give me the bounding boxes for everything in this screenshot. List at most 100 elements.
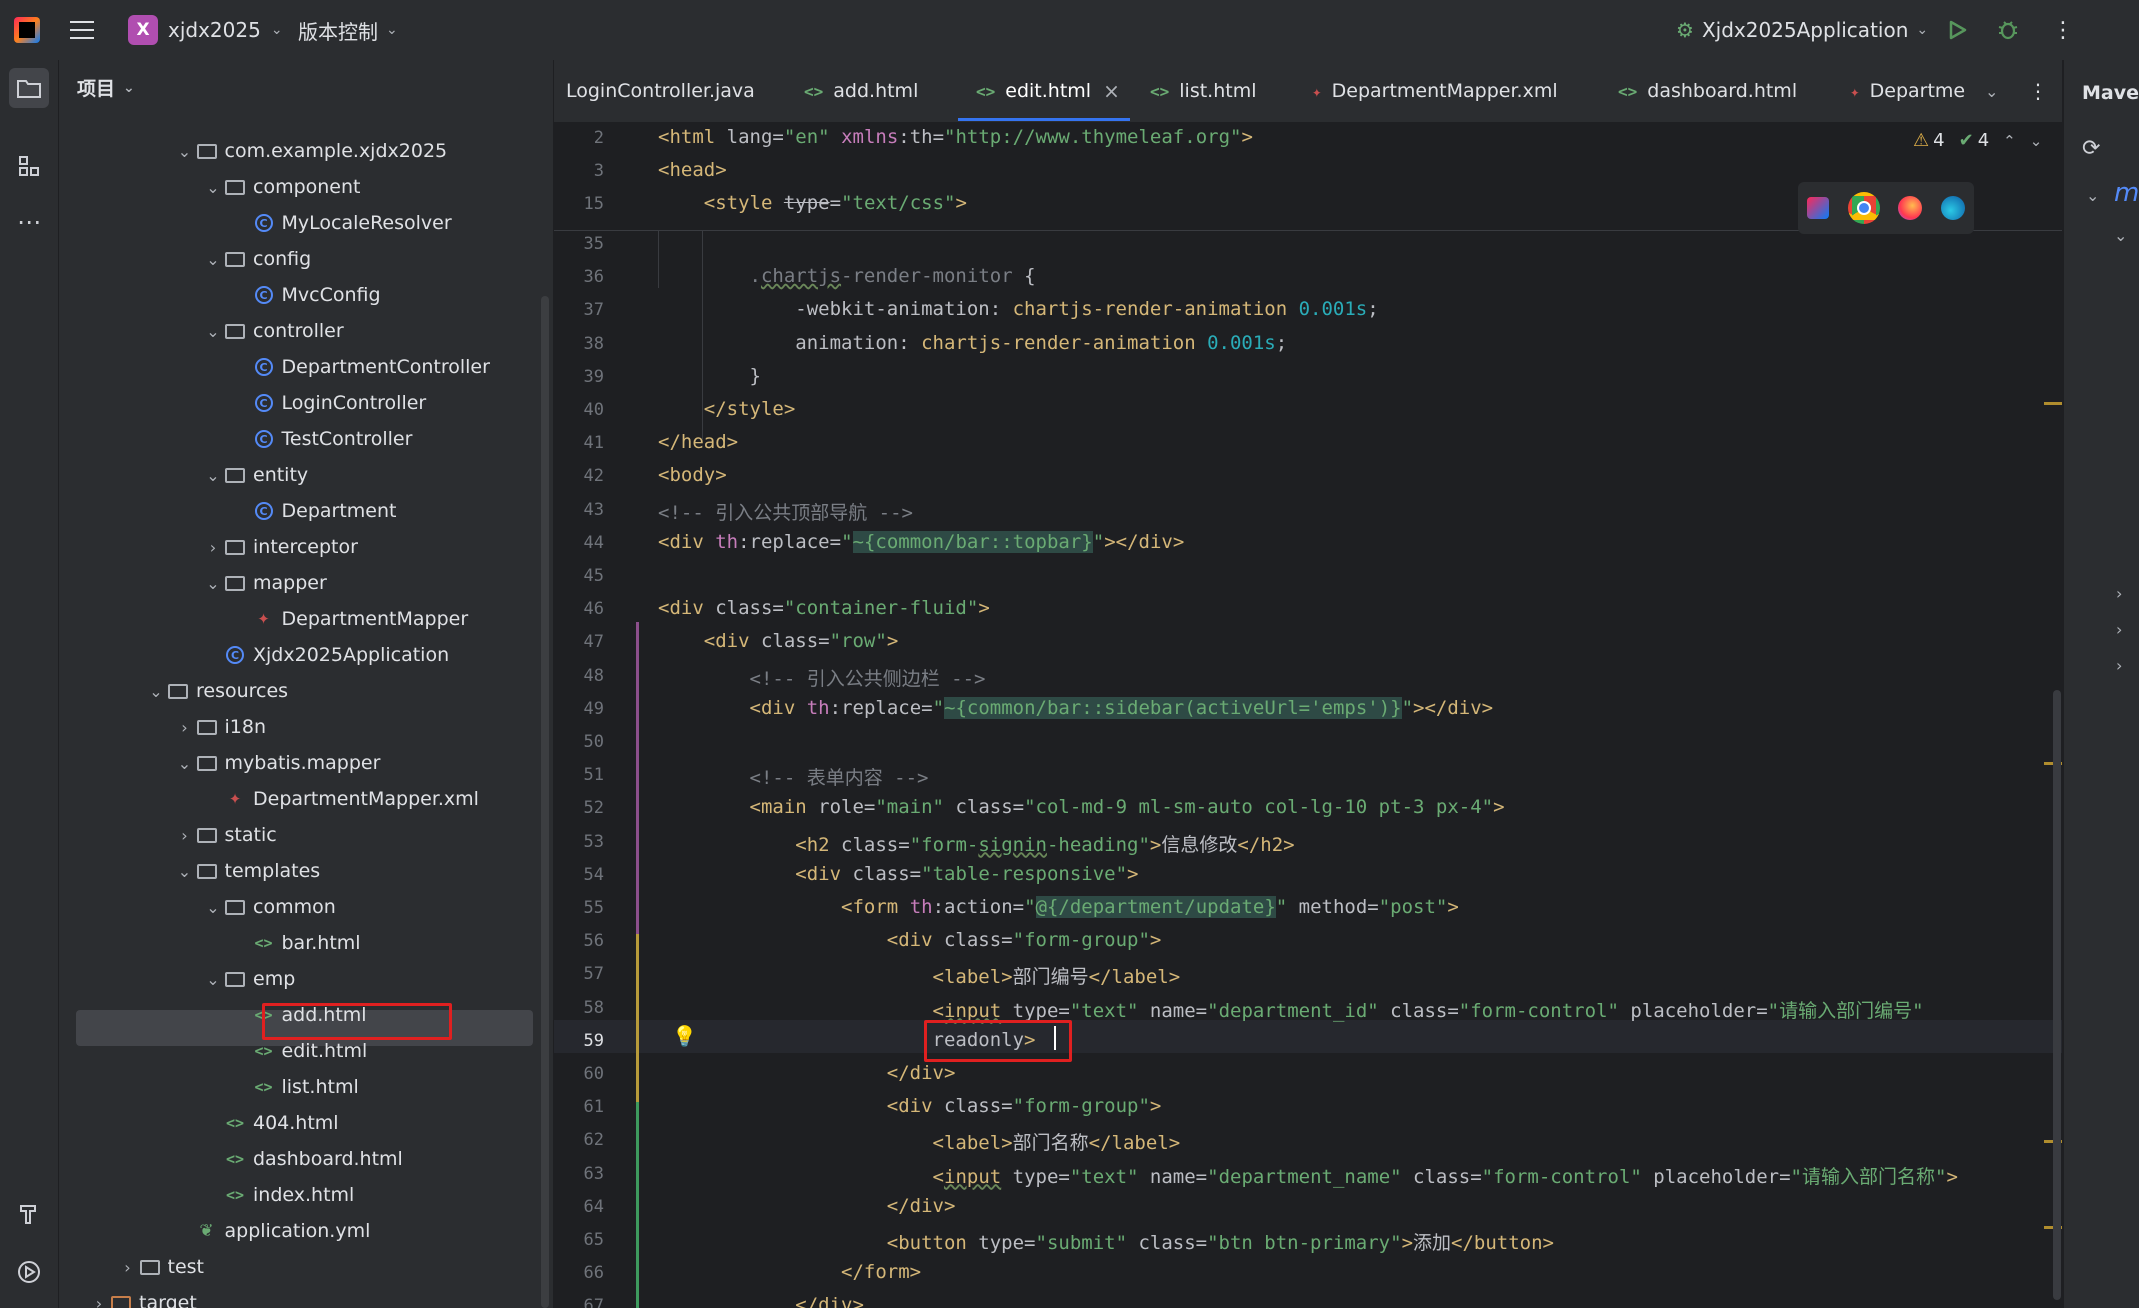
code-line[interactable]: <input type="text" name="department_name…	[658, 1162, 1958, 1189]
line-number[interactable]: 65	[554, 1230, 604, 1250]
tree-item[interactable]: ⌄ resources	[146, 673, 288, 709]
chevron-down-icon[interactable]: ⌄	[203, 898, 223, 917]
line-number[interactable]: 15	[554, 194, 604, 214]
line-number[interactable]: 38	[554, 334, 604, 354]
vcs-menu[interactable]: 版本控制 ⌄	[298, 0, 398, 60]
tree-item[interactable]: › static	[175, 817, 276, 853]
code-line[interactable]: </style>	[658, 398, 796, 420]
project-switcher[interactable]: X xjdx2025 ⌄	[128, 0, 283, 60]
more-tools-icon[interactable]: ⋯	[9, 202, 49, 242]
chevron-down-icon[interactable]: ⌄	[146, 682, 166, 701]
reload-icon[interactable]: ⟳	[2082, 136, 2100, 161]
tree-item[interactable]: C MyLocaleResolver	[232, 205, 452, 241]
line-number[interactable]: 49	[554, 699, 604, 719]
line-number[interactable]: 37	[554, 300, 604, 320]
chevron-right-icon[interactable]: ›	[2116, 620, 2122, 639]
editor-tab[interactable]: <> dashboard.html	[1618, 60, 1797, 122]
line-number[interactable]: 41	[554, 433, 604, 453]
chevron-right-icon[interactable]: ›	[118, 1258, 138, 1277]
line-number[interactable]: 40	[554, 400, 604, 420]
line-number[interactable]: 61	[554, 1097, 604, 1117]
line-number[interactable]: 62	[554, 1130, 604, 1150]
editor-tab[interactable]: ✦ DepartmentMapper.xml	[1312, 60, 1558, 122]
line-number[interactable]: 50	[554, 732, 604, 752]
line-number[interactable]: 66	[554, 1263, 604, 1283]
editor-tab[interactable]: ✦ Departme	[1850, 60, 1965, 122]
editor-tab[interactable]: <> add.html	[804, 60, 918, 122]
line-number[interactable]: 2	[554, 128, 604, 148]
line-number[interactable]: 64	[554, 1197, 604, 1217]
run-icon[interactable]	[1946, 0, 1968, 60]
line-number[interactable]: 39	[554, 367, 604, 387]
code-line[interactable]: }	[658, 365, 761, 387]
tree-item[interactable]: ⌄ mybatis.mapper	[175, 745, 381, 781]
tree-item[interactable]: C DepartmentController	[232, 349, 490, 385]
code-line[interactable]: <div class="form-group">	[658, 929, 1162, 951]
line-number[interactable]: 53	[554, 832, 604, 852]
code-line[interactable]: <div th:replace="~{common/bar::topbar}">…	[658, 530, 1184, 553]
chevron-down-icon[interactable]: ⌄	[203, 970, 223, 989]
project-panel-header[interactable]: 项目 ⌄	[77, 74, 135, 101]
more-options-icon[interactable]: ⋮	[2052, 0, 2074, 60]
ide-logo-icon[interactable]	[14, 0, 40, 60]
code-line[interactable]: <!-- 引入公共顶部导航 -->	[658, 498, 913, 525]
chevron-right-icon[interactable]: ›	[2116, 584, 2122, 603]
sticky-code-line[interactable]: <head>	[658, 159, 727, 181]
services-run-icon[interactable]	[9, 1252, 49, 1292]
tree-item[interactable]: <> 404.html	[203, 1105, 339, 1141]
close-tab-icon[interactable]: ×	[1103, 79, 1120, 103]
line-number[interactable]: 44	[554, 533, 604, 553]
chevron-down-icon[interactable]: ⌄	[2086, 186, 2099, 205]
chevron-down-icon[interactable]: ⌄	[2114, 226, 2127, 245]
run-config-selector[interactable]: ⚙ Xjdx2025Application ⌄	[1676, 0, 1928, 60]
code-line[interactable]: <div class="table-responsive">	[658, 863, 1138, 885]
line-number[interactable]: 60	[554, 1064, 604, 1084]
tabs-more-icon[interactable]: ⋮	[2028, 60, 2048, 122]
tree-item[interactable]: › i18n	[175, 709, 266, 745]
chevron-right-icon[interactable]: ›	[175, 718, 195, 737]
firefox-icon[interactable]	[1898, 196, 1923, 220]
line-number[interactable]: 51	[554, 765, 604, 785]
code-line[interactable]: <body>	[658, 464, 727, 486]
tree-item[interactable]: ❦ application.yml	[175, 1213, 370, 1249]
tree-item[interactable]: C MvcConfig	[232, 277, 381, 313]
code-line[interactable]: <div th:replace="~{common/bar::sidebar(a…	[658, 696, 1493, 719]
build-hammer-icon[interactable]	[9, 1194, 49, 1234]
line-number[interactable]: 59	[554, 1031, 604, 1051]
code-line[interactable]: -webkit-animation: chartjs-render-animat…	[658, 298, 1378, 320]
tree-item[interactable]: C TestController	[232, 421, 412, 457]
code-line[interactable]: <button type="submit" class="btn btn-pri…	[658, 1228, 1554, 1255]
line-number[interactable]: 45	[554, 566, 604, 586]
line-number[interactable]: 47	[554, 632, 604, 652]
chevron-down-icon[interactable]: ⌄	[203, 322, 223, 341]
tree-item[interactable]: ⌄ templates	[175, 853, 320, 889]
lightbulb-icon[interactable]: 💡	[672, 1024, 697, 1048]
chrome-icon[interactable]	[1847, 192, 1880, 224]
next-highlight-icon[interactable]: ⌄	[2030, 132, 2043, 150]
code-line[interactable]: </form>	[658, 1261, 921, 1283]
chevron-right-icon[interactable]: ›	[175, 826, 195, 845]
chevron-right-icon[interactable]: ›	[2116, 656, 2122, 675]
tree-item[interactable]: ⌄ mapper	[203, 565, 326, 601]
code-line[interactable]: <div class="container-fluid">	[658, 597, 990, 619]
tree-item[interactable]: <> list.html	[232, 1069, 358, 1105]
tree-item[interactable]: ✦ DepartmentMapper	[232, 601, 468, 637]
line-number[interactable]: 48	[554, 666, 604, 686]
tree-item[interactable]: ⌄ emp	[203, 961, 295, 997]
intellij-browser-icon[interactable]	[1807, 197, 1830, 219]
line-number[interactable]: 42	[554, 466, 604, 486]
code-line[interactable]: <input type="text" name="department_id" …	[658, 996, 1924, 1023]
code-line[interactable]: </div>	[658, 1195, 956, 1217]
tabs-dropdown-chevron-icon[interactable]: ⌄	[1985, 60, 1998, 122]
chevron-right-icon[interactable]: ›	[89, 1294, 109, 1308]
editor-tab[interactable]: LoginController.java	[566, 60, 755, 122]
chevron-down-icon[interactable]: ⌄	[203, 466, 223, 485]
line-number[interactable]: 58	[554, 998, 604, 1018]
chevron-down-icon[interactable]: ⌄	[203, 574, 223, 593]
editor-tab[interactable]: <> edit.html ×	[976, 60, 1120, 122]
code-line[interactable]: <label>部门编号</label>	[658, 962, 1181, 989]
tree-item[interactable]: C Department	[232, 493, 396, 529]
project-scrollbar[interactable]	[541, 296, 549, 1308]
edge-icon[interactable]	[1940, 196, 1965, 220]
line-number[interactable]: 56	[554, 931, 604, 951]
